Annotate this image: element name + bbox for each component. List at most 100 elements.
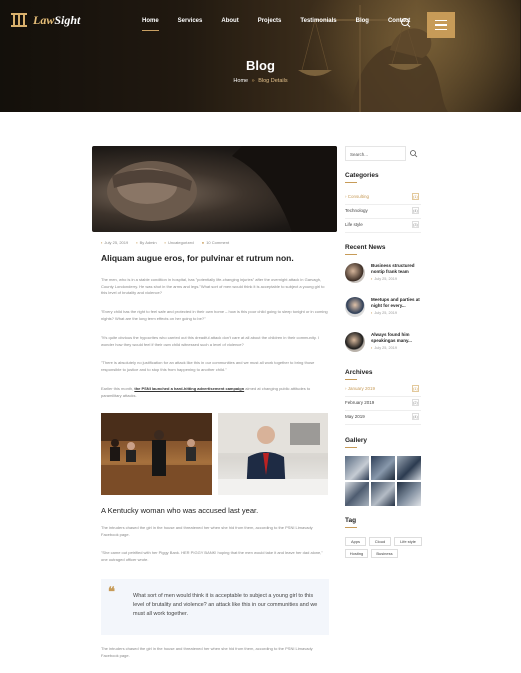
quote-icon: ❝ (108, 584, 115, 599)
calendar-icon: ▪ (371, 346, 373, 350)
recent-news-item[interactable]: Meetups and parties at night for every..… (345, 297, 423, 325)
site-logo[interactable]: LawSight (9, 12, 80, 28)
archive-count: (1) (412, 385, 419, 392)
gallery-image[interactable] (397, 482, 421, 506)
page-hero: LawSight Home Services About Projects Te… (0, 0, 521, 112)
gallery-grid (345, 456, 421, 506)
category-item[interactable]: Technology (4) (345, 205, 421, 219)
campaign-link[interactable]: the PSNI launched a hard-hitting adverti… (134, 386, 244, 391)
recent-news-date: ▪ July 25, 2019 (371, 277, 397, 281)
archive-item[interactable]: May 2019 (4) (345, 411, 421, 425)
lawyer-at-desk-image (218, 413, 328, 495)
user-icon: ▪ (136, 240, 138, 245)
gallery-image[interactable] (345, 456, 369, 480)
post-paragraph: The intruders chased the girl in the hou… (101, 525, 313, 537)
heading-underline (345, 527, 357, 528)
breadcrumb-home[interactable]: Home (233, 78, 248, 84)
post-paragraph: The men, who is in a stable condition in… (101, 277, 325, 295)
heading-underline (345, 447, 357, 448)
categories-title: Categories (345, 172, 379, 179)
courtroom-image (101, 413, 212, 495)
section-subtitle: A Kentucky woman who was accused last ye… (101, 506, 259, 515)
breadcrumb-current: Blog Details (258, 78, 288, 84)
heading-underline (345, 379, 357, 380)
breadcrumb: Home » Blog Details (0, 78, 521, 84)
post-paragraph: "There is absolutely no justification fo… (101, 360, 315, 372)
archive-count: (4) (412, 413, 419, 420)
gallery-image[interactable] (345, 482, 369, 506)
tag-cloud-item[interactable]: Cloud (369, 537, 391, 546)
tag-apps[interactable]: Apps (345, 537, 366, 546)
category-count: (4) (412, 207, 419, 214)
category-item[interactable]: Life style (3) (345, 219, 421, 233)
menu-bar-icon (435, 24, 447, 26)
post-paragraph: "Every child has the right to feel safe … (101, 309, 328, 321)
folder-icon: ▪ (164, 240, 166, 245)
tag-business[interactable]: Business (371, 549, 398, 558)
comment-icon: ● (201, 240, 205, 245)
gallery-image[interactable] (397, 456, 421, 480)
main-menu: Home Services About Projects Testimonial… (142, 17, 429, 31)
post-paragraph-with-link: Earlier this month, the PSNI launched a … (101, 386, 311, 398)
archives-title: Archives (345, 369, 373, 376)
featured-image (92, 146, 337, 232)
tag-title: Tag (345, 517, 357, 524)
post-paragraph: The intruders chased the girl in the hou… (101, 646, 313, 658)
nav-about[interactable]: About (221, 17, 238, 25)
search-icon[interactable] (408, 148, 420, 160)
heading-underline (345, 254, 357, 255)
nav-blog[interactable]: Blog (356, 17, 369, 25)
recent-news-thumbnail (345, 263, 365, 283)
search-icon[interactable] (398, 16, 414, 30)
archive-item[interactable]: › January 2019 (1) (345, 383, 421, 397)
menu-bar-icon (435, 28, 447, 31)
nav-services[interactable]: Services (178, 17, 203, 25)
archive-label: February 2019 (345, 400, 375, 405)
menu-bar-icon (435, 19, 447, 22)
post-comments[interactable]: ● 10 Comment (202, 240, 229, 245)
blockquote: ❝ What sort of men would think it is acc… (101, 579, 329, 635)
sidebar-search-input[interactable]: Search... (345, 146, 406, 161)
calendar-icon: ▪ (101, 240, 103, 245)
recent-news-thumbnail (345, 332, 365, 352)
hamburger-menu-button[interactable] (427, 12, 455, 38)
recent-news-title: Recent News (345, 244, 386, 251)
page-title: Blog (246, 58, 275, 73)
post-author[interactable]: ▪ By Admin (136, 240, 156, 245)
category-label: Life style (345, 222, 363, 227)
recent-news-thumbnail (345, 297, 365, 317)
archive-label: › January 2019 (345, 386, 376, 391)
category-label: › Consulting (345, 194, 370, 199)
calendar-icon: ▪ (371, 277, 373, 281)
calendar-icon: ▪ (371, 311, 373, 315)
recent-news-date: ▪ July 25, 2019 (371, 346, 397, 350)
post-title: Aliquam augue eros, for pulvinar et rutr… (101, 253, 294, 263)
gallery-image[interactable] (371, 456, 395, 480)
recent-news-title: Business structured nontip frank team (371, 263, 415, 274)
gallery-image[interactable] (371, 482, 395, 506)
top-navigation: LawSight Home Services About Projects Te… (0, 6, 521, 38)
archive-item[interactable]: February 2019 (2) (345, 397, 421, 411)
nav-testimonials[interactable]: Testimonials (300, 17, 336, 25)
post-meta: ▪ July 25, 2019 ▪ By Admin ▪ Uncategorized … (101, 240, 229, 245)
category-item[interactable]: › Consulting (1) (345, 191, 421, 205)
category-count: (3) (412, 221, 419, 228)
recent-news-item[interactable]: Business structured nontip frank team ▪ J… (345, 263, 423, 291)
heading-underline (345, 182, 357, 183)
recent-news-title: Always found him speakingas many... (371, 332, 412, 343)
nav-projects[interactable]: Projects (258, 17, 282, 25)
post-category[interactable]: ▪ Uncategorized (165, 240, 194, 245)
category-count: (1) (412, 193, 419, 200)
post-date: ▪ July 25, 2019 (101, 240, 129, 245)
hand-over-mouth-image (107, 146, 337, 232)
pillar-logo-icon (11, 13, 27, 27)
archive-count: (2) (412, 399, 419, 406)
category-label: Technology (345, 208, 368, 213)
nav-home[interactable]: Home (142, 17, 159, 31)
breadcrumb-separator: » (251, 78, 255, 84)
recent-news-date: ▪ July 25, 2019 (371, 311, 397, 315)
tag-life-style[interactable]: Life style (394, 537, 422, 546)
post-paragraph: "It's quite obvious the hypocrites who c… (101, 335, 319, 347)
tag-hosting[interactable]: Hosting (345, 549, 368, 558)
recent-news-item[interactable]: Always found him speakingas many... ▪ Jul… (345, 332, 423, 360)
